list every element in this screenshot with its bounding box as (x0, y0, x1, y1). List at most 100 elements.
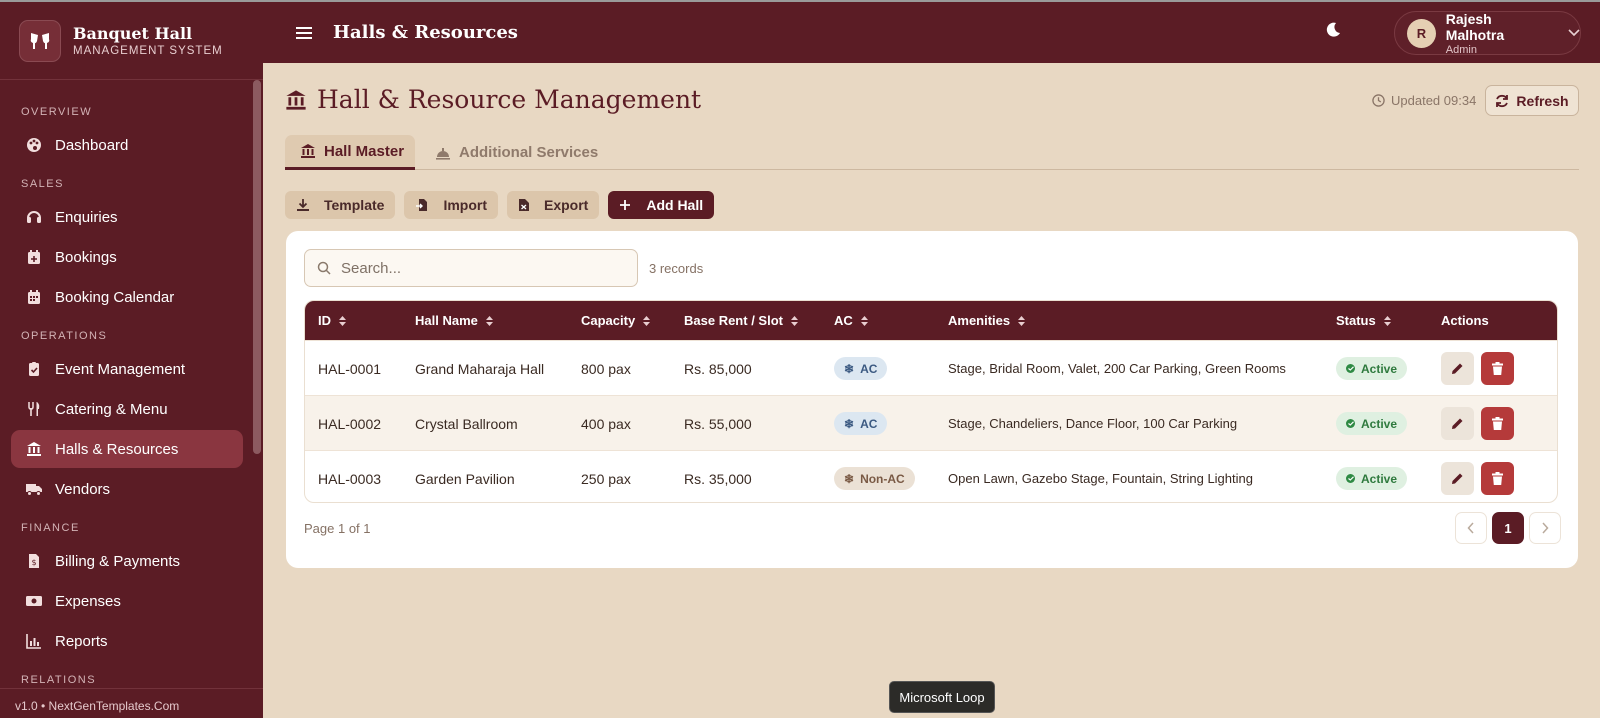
building-columns-icon (25, 440, 43, 458)
sidebar-item-label: Billing & Payments (55, 552, 181, 570)
table-row[interactable]: HAL-0002 Crystal Ballroom 400 pax Rs. 55… (305, 395, 1557, 450)
edit-button[interactable] (1441, 462, 1474, 495)
ac-badge-label: AC (860, 361, 878, 376)
sidebar-item-label: Enquiries (55, 208, 118, 226)
cell-ac: ❄ Non-AC (834, 451, 915, 502)
cheers-icon (19, 19, 61, 62)
tab-additional-services[interactable]: Additional Services (435, 135, 598, 170)
prev-page-button[interactable] (1455, 512, 1487, 544)
ac-badge: ❄ AC (834, 357, 888, 380)
tabs: Hall Master Additional Services (285, 135, 1579, 170)
column-header-id[interactable]: ID (318, 301, 346, 340)
tab-label: Additional Services (459, 144, 599, 161)
window-top-border (0, 0, 1600, 2)
user-name: Rajesh Malhotra (1445, 10, 1505, 43)
column-header-actions: Actions (1441, 301, 1489, 340)
sidebar-item-billing-payments[interactable]: $ Billing & Payments (11, 542, 243, 580)
import-label: Import (443, 197, 487, 213)
plus-icon (619, 199, 638, 211)
next-page-button[interactable] (1529, 512, 1561, 544)
sidebar-item-event-management[interactable]: Event Management (11, 350, 243, 388)
pagination: 1 (1450, 512, 1561, 544)
column-header-capacity[interactable]: Capacity (581, 301, 651, 340)
template-label: Template (324, 197, 385, 213)
edit-button[interactable] (1441, 352, 1474, 385)
cell-hall-name: Crystal Ballroom (415, 415, 518, 432)
column-header-amenities[interactable]: Amenities (948, 301, 1026, 340)
cell-amenities: Stage, Bridal Room, Valet, 200 Car Parki… (948, 361, 1286, 376)
search-box[interactable] (304, 249, 638, 287)
sidebar-item-expenses[interactable]: Expenses (11, 582, 243, 620)
cell-capacity: 250 pax (581, 470, 631, 487)
nav-section-operations: OPERATIONS (21, 330, 108, 342)
truck-icon (25, 480, 43, 498)
hamburger-menu-icon[interactable] (295, 24, 313, 42)
add-hall-button[interactable]: Add Hall (608, 191, 715, 219)
template-button[interactable]: Template (285, 191, 396, 219)
sidebar-scrollbar[interactable] (253, 80, 261, 454)
sidebar-item-halls-resources[interactable]: Halls & Resources (11, 430, 243, 468)
import-button[interactable]: Import (404, 191, 498, 219)
sidebar-item-label: Vendors (55, 480, 111, 498)
halls-card: 3 records ID Hall Name Capacity Base Ren… (286, 231, 1578, 568)
table-row[interactable]: HAL-0003 Garden Pavilion 250 pax Rs. 35,… (305, 450, 1557, 502)
file-export-icon (518, 198, 537, 212)
pencil-icon (1452, 363, 1463, 374)
export-button[interactable]: Export (507, 191, 600, 219)
sort-icon (860, 315, 868, 326)
brand-subtitle: MANAGEMENT SYSTEM (73, 45, 223, 57)
chevron-left-icon (1467, 522, 1474, 534)
trash-icon (1492, 472, 1503, 485)
add-hall-label: Add Hall (646, 197, 704, 213)
status-label: Active (1361, 471, 1398, 486)
nav-section-finance: FINANCE (21, 522, 80, 534)
cell-actions (1441, 341, 1514, 396)
delete-button[interactable] (1481, 462, 1514, 495)
page-title-text: Hall & Resource Management (317, 85, 702, 114)
user-menu[interactable]: R Rajesh Malhotra Admin (1394, 10, 1581, 56)
sidebar-item-label: Event Management (55, 360, 186, 378)
column-header-ac[interactable]: AC (834, 301, 868, 340)
sidebar-item-reports[interactable]: Reports (11, 622, 243, 660)
refresh-button[interactable]: Refresh (1485, 85, 1579, 116)
user-role: Admin (1445, 43, 1477, 56)
column-header-status[interactable]: Status (1336, 301, 1391, 340)
pencil-icon (1452, 418, 1463, 429)
search-input[interactable] (341, 259, 621, 277)
sidebar-nav: OVERVIEW Dashboard SALES Enquiries Booki… (0, 80, 263, 694)
sidebar-item-booking-calendar[interactable]: Booking Calendar (11, 278, 243, 316)
delete-button[interactable] (1481, 352, 1514, 385)
nav-section-sales: SALES (21, 178, 64, 190)
pencil-icon (1452, 473, 1463, 484)
column-header-base-rent[interactable]: Base Rent / Slot (684, 301, 798, 340)
cell-hall-name: Garden Pavilion (415, 470, 515, 487)
sidebar-item-enquiries[interactable]: Enquiries (11, 198, 243, 236)
page-button-current[interactable]: 1 (1492, 512, 1524, 544)
dark-mode-toggle-icon[interactable] (1324, 21, 1342, 44)
snowflake-icon: ❄ (844, 416, 855, 431)
halls-table: ID Hall Name Capacity Base Rent / Slot A… (304, 300, 1558, 503)
column-label: Status (1336, 313, 1376, 328)
sidebar-item-vendors[interactable]: Vendors (11, 470, 243, 508)
delete-button[interactable] (1481, 407, 1514, 440)
cell-ac: ❄ AC (834, 341, 888, 396)
sidebar-item-dashboard[interactable]: Dashboard (11, 126, 243, 164)
cell-actions (1441, 396, 1514, 451)
tab-hall-master[interactable]: Hall Master (285, 135, 415, 170)
sidebar-item-catering-menu[interactable]: Catering & Menu (11, 390, 243, 428)
column-header-hall-name[interactable]: Hall Name (415, 301, 493, 340)
column-label: Hall Name (415, 313, 478, 328)
sidebar-item-label: Booking Calendar (55, 288, 175, 306)
table-row[interactable]: HAL-0001 Grand Maharaja Hall 800 pax Rs.… (305, 340, 1557, 395)
header-title: Halls & Resources (333, 22, 518, 43)
edit-button[interactable] (1441, 407, 1474, 440)
utensils-icon (25, 400, 43, 418)
status-label: Active (1361, 416, 1398, 431)
building-columns-icon (300, 143, 316, 159)
cell-actions (1441, 451, 1514, 502)
sidebar-item-bookings[interactable]: Bookings (11, 238, 243, 276)
cell-id: HAL-0001 (318, 360, 382, 377)
ac-badge: ❄ Non-AC (834, 467, 915, 490)
brand[interactable]: Banquet Hall MANAGEMENT SYSTEM (0, 2, 263, 80)
avatar: R (1407, 18, 1436, 48)
